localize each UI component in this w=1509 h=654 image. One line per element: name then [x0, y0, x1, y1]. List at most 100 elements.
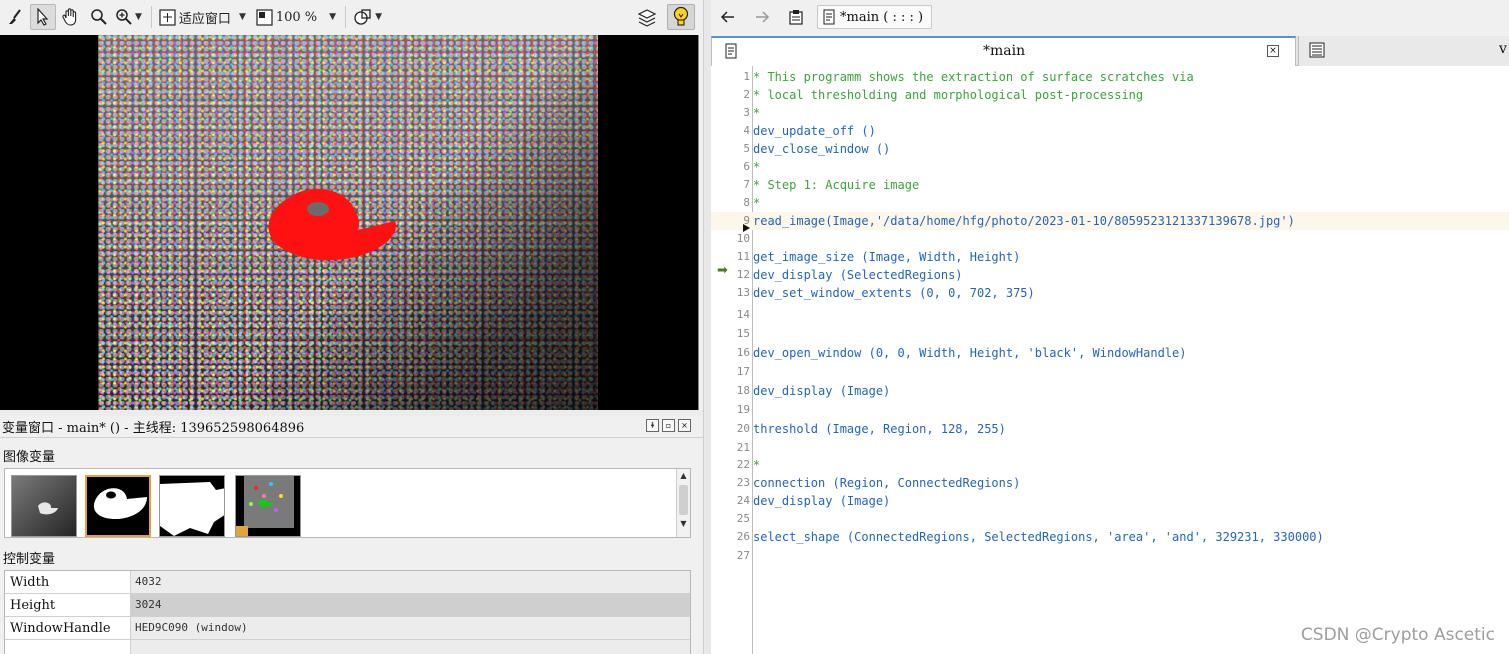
layers-icon[interactable]	[634, 5, 660, 31]
code-line[interactable]: 6 *	[711, 158, 1509, 176]
pin-icon[interactable]: ⇞	[646, 419, 659, 432]
code-line[interactable]: 24 dev_display (Image)	[711, 492, 1509, 510]
tab-label: v	[1499, 41, 1507, 57]
forward-arrow-icon[interactable]	[749, 4, 775, 30]
image-thumbnail[interactable]	[11, 475, 77, 537]
clipboard-icon[interactable]	[783, 4, 809, 30]
shape-draw-icon[interactable]: ▼	[352, 4, 385, 30]
scroll-down-icon[interactable]: ▼	[677, 517, 690, 531]
scrollbar-thumb[interactable]	[679, 485, 688, 515]
control-variables-table: Width 4032 Height 3024 WindowHandle HED9…	[4, 570, 691, 654]
code-text: *	[753, 106, 761, 120]
line-number: 6	[743, 160, 750, 173]
control-variables-label: 控制变量	[3, 552, 56, 567]
code-line[interactable]: 2 * local thresholding and morphological …	[711, 86, 1509, 104]
toolbar-divider	[150, 6, 152, 28]
code-text: threshold (Image, Region, 128, 255)	[753, 422, 1006, 436]
code-line[interactable]: 1 * This programm shows the extraction of…	[711, 68, 1509, 86]
table-row[interactable]: WindowHandle HED9C090 (window)	[5, 617, 690, 640]
procedure-icon	[725, 43, 737, 59]
code-line[interactable]: 20 threshold (Image, Region, 128, 255)	[711, 420, 1509, 438]
code-line[interactable]: 9 read_image(Image,'/data/home/hfg/photo/…	[711, 212, 1509, 230]
table-row[interactable]: Height 3024	[5, 594, 690, 617]
chevron-down-icon[interactable]: ▼	[375, 12, 382, 22]
line-number: 16	[736, 346, 750, 359]
chevron-down-icon[interactable]: ▼	[135, 12, 142, 22]
code-line[interactable]: 12 dev_display (SelectedRegions)	[711, 266, 1509, 284]
graphics-window-canvas[interactable]	[0, 35, 699, 410]
code-line[interactable]: 19	[711, 401, 1509, 419]
code-line[interactable]: 25	[711, 510, 1509, 528]
chevron-down-icon[interactable]: ▼	[239, 12, 246, 22]
code-text: * local thresholding and morphological p…	[753, 88, 1144, 102]
code-line[interactable]: 17	[711, 363, 1509, 381]
selected-regions-thumbnail[interactable]	[235, 475, 301, 537]
code-line[interactable]: 27	[711, 547, 1509, 565]
variable-value: HED9C090 (window)	[131, 617, 690, 639]
connected-regions-thumbnail[interactable]	[159, 475, 225, 537]
chevron-down-icon[interactable]: ▼	[329, 12, 336, 22]
fit-window-icon	[159, 8, 176, 26]
pointer-tool-icon[interactable]	[30, 4, 56, 30]
editor-toolbar: *main ( : : : )	[711, 0, 1509, 34]
code-line[interactable]: 5 dev_close_window ()	[711, 140, 1509, 158]
code-line[interactable]: 7 * Step 1: Acquire image	[711, 176, 1509, 194]
line-number: 15	[736, 327, 750, 340]
code-line[interactable]: 10	[711, 230, 1509, 248]
procedure-breadcrumb[interactable]: *main ( : : : )	[817, 5, 933, 29]
editor-tabs: *main × v	[711, 36, 1509, 66]
magnifier-icon[interactable]	[86, 4, 112, 30]
lightbulb-icon[interactable]	[667, 4, 695, 30]
line-number: 26	[736, 530, 750, 543]
zoom-in-icon[interactable]: ▼	[114, 4, 145, 30]
code-line[interactable]: 15	[711, 325, 1509, 343]
close-icon[interactable]: ×	[1267, 45, 1279, 57]
code-line[interactable]: 21	[711, 439, 1509, 457]
table-row[interactable]: Width 4032	[5, 571, 690, 594]
region-thumbnail[interactable]	[85, 475, 151, 537]
clear-brush-icon[interactable]	[2, 4, 28, 30]
back-arrow-icon[interactable]	[715, 4, 741, 30]
code-editor[interactable]: 1 * This programm shows the extraction of…	[711, 66, 1509, 654]
line-number: 21	[736, 441, 750, 454]
line-number: 5	[743, 142, 750, 155]
tab-variables[interactable]: v	[1298, 36, 1509, 66]
scroll-up-icon[interactable]: ▲	[677, 469, 690, 483]
code-text: read_image(Image,'/data/home/hfg/photo/2…	[753, 214, 1295, 228]
code-line[interactable]: 22 *	[711, 456, 1509, 474]
close-icon[interactable]: ×	[678, 419, 691, 432]
variable-value: 3024	[131, 594, 690, 616]
code-line[interactable]: 11 get_image_size (Image, Width, Height)	[711, 248, 1509, 266]
code-text: dev_display (Image)	[753, 494, 891, 508]
code-line[interactable]: 16 dev_open_window (0, 0, Width, Height, …	[711, 344, 1509, 362]
image-variables-label: 图像变量	[3, 450, 56, 465]
zoom-grid-icon	[256, 8, 273, 26]
code-line[interactable]: 23 connection (Region, ConnectedRegions)	[711, 474, 1509, 492]
code-line[interactable]: 3 *	[711, 104, 1509, 122]
line-number: 18	[736, 384, 750, 397]
line-number: 1	[743, 70, 750, 83]
procedure-icon	[823, 9, 835, 25]
code-line[interactable]: 26 select_shape (ConnectedRegions, Select…	[711, 528, 1509, 546]
code-line[interactable]: 13 dev_set_window_extents (0, 0, 702, 375…	[711, 284, 1509, 302]
program-editor-pane: *main ( : : : ) *main × v 1 * This progra…	[711, 0, 1509, 654]
line-number: 4	[743, 124, 750, 137]
tab-main[interactable]: *main ×	[711, 36, 1296, 66]
line-number: 24	[736, 494, 750, 507]
code-line[interactable]: 4 dev_update_off ()	[711, 122, 1509, 140]
code-line[interactable]: 18 dev_display (Image)	[711, 382, 1509, 400]
code-line[interactable]: 8 *	[711, 194, 1509, 212]
zoom-level-select[interactable]: 100 % ▼	[255, 4, 339, 30]
line-number: 17	[736, 365, 750, 378]
pan-hand-icon[interactable]	[58, 4, 84, 30]
restore-icon[interactable]: ▫	[662, 419, 675, 432]
line-number: 14	[736, 308, 750, 321]
code-text: dev_open_window (0, 0, Width, Height, 'b…	[753, 346, 1187, 360]
line-number: 23	[736, 476, 750, 489]
program-counter-arrow-icon: ➡	[717, 263, 728, 278]
selected-region-overlay	[268, 188, 396, 261]
code-line[interactable]: 14	[711, 306, 1509, 324]
vertical-splitter[interactable]	[703, 0, 711, 654]
fit-window-button[interactable]: 适应窗口 ▼	[158, 4, 249, 30]
thumbnails-scrollbar[interactable]: ▲ ▼	[676, 469, 690, 537]
